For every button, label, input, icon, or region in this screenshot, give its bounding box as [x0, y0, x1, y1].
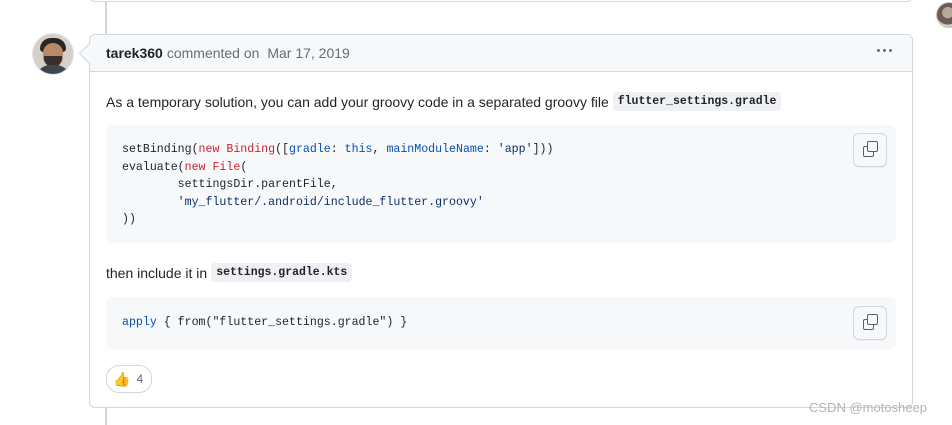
kebab-horizontal-icon[interactable] — [877, 49, 892, 52]
comment-author[interactable]: tarek360 — [106, 45, 163, 61]
copy-button[interactable] — [853, 306, 887, 340]
code-content: apply { from("flutter_settings.gradle") … — [122, 316, 408, 329]
copy-button[interactable] — [853, 133, 887, 167]
previous-comment-bottom — [89, 0, 913, 2]
inline-code: settings.gradle.kts — [211, 263, 353, 282]
reaction-thumbs-up[interactable]: 👍 4 — [106, 365, 153, 393]
watermark: CSDN @motosheep — [809, 400, 927, 415]
comment-card: tarek360 commented on Mar 17, 2019 As a … — [89, 34, 913, 408]
thumbs-up-icon: 👍 — [113, 371, 131, 387]
user-avatar-partial[interactable] — [936, 2, 952, 28]
comment-action: commented on — [166, 45, 260, 61]
code-block-groovy: setBinding(new Binding([gradle: this, ma… — [106, 125, 896, 243]
paragraph-text: then include it in — [106, 264, 208, 281]
inline-code: flutter_settings.gradle — [612, 92, 782, 111]
comment-paragraph-2: then include it in settings.gradle.kts — [106, 263, 353, 282]
comment-meta: commented on Mar 17, 2019 — [167, 45, 350, 61]
paragraph-text: As a temporary solution, you can add you… — [106, 93, 609, 110]
comment-paragraph-1: As a temporary solution, you can add you… — [106, 92, 782, 111]
reaction-count: 4 — [136, 372, 144, 386]
code-block-kotlin: apply { from("flutter_settings.gradle") … — [106, 297, 896, 349]
comment-header: tarek360 commented on Mar 17, 2019 — [90, 35, 912, 72]
comment-date[interactable]: Mar 17, 2019 — [267, 45, 350, 61]
code-content: setBinding(new Binding([gradle: this, ma… — [122, 143, 554, 226]
author-avatar[interactable] — [33, 34, 73, 74]
